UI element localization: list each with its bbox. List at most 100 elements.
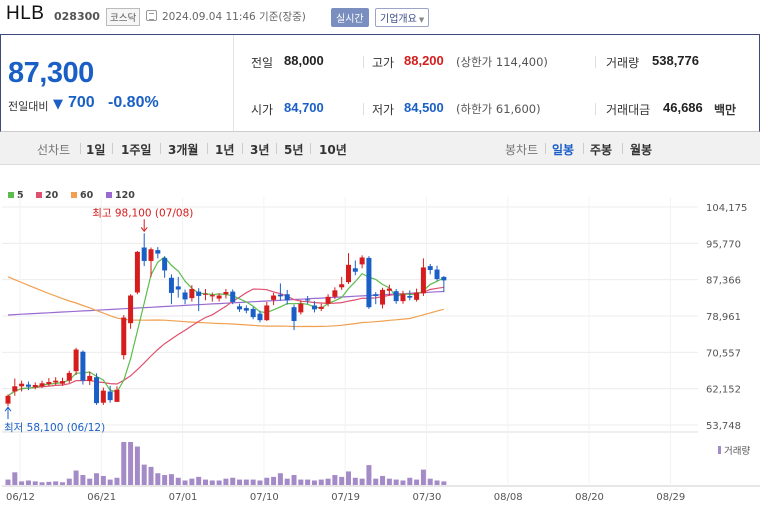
volume-bar [420,469,426,485]
volume-bar [134,446,140,485]
candle-body [237,306,243,310]
x-tick-label: 08/29 [656,492,685,503]
volume-bar [237,479,243,485]
realtime-button[interactable]: 실시간 [331,8,369,27]
candle-body [19,383,25,387]
volume-bar [346,471,351,485]
candle-body [80,351,86,381]
volume-bar [427,478,433,485]
chevron-down-icon: ▼ [418,16,425,24]
candle-body [271,295,277,300]
candle-body [25,384,31,387]
volume-bar [19,481,25,485]
x-tick-label: 08/20 [575,492,604,503]
volume-bar [284,478,290,485]
volume-bar [148,466,154,485]
volume-bar [168,474,174,485]
tab-5y[interactable]: 5년 [284,141,303,158]
tab-1y[interactable]: 1년 [215,141,234,158]
open-value: 84,700 [284,100,324,115]
prev-close-label: 전일 [251,56,274,70]
candle-body [243,308,249,311]
candle-body [264,305,270,321]
calendar-icon [146,10,157,21]
tab-1d[interactable]: 1일 [86,141,105,158]
candle-body [148,249,154,261]
volume-bar [441,481,447,485]
tab-3m[interactable]: 3개월 [168,141,198,158]
volume-bar [162,475,168,485]
candle-body [257,313,263,321]
tab-weekly[interactable]: 주봉 [590,141,612,158]
volume-bar [393,479,399,485]
volume-bar [100,475,106,485]
volume-bar [434,480,440,485]
period-tabs: 선차트 1일 1주일 3개월 1년 3년 5년 10년 봉차트 일봉 주봉 월봉 [0,132,760,165]
high-value: 88,200 [404,53,444,68]
y-tick-label: 62,152 [706,385,741,396]
tab-divider [583,143,584,154]
low-value: 84,500 [404,100,444,115]
candle-body [250,308,256,318]
candle-body [434,269,440,280]
x-tick-label: 06/21 [87,492,116,503]
tab-1w[interactable]: 1주일 [121,141,151,158]
tab-3y[interactable]: 3년 [250,141,269,158]
volume-bar [155,473,161,485]
volume-bar [400,480,406,485]
legend-swatch-ma60 [71,192,77,198]
candle-body [386,288,392,291]
tab-divider [160,143,161,154]
candle-body [162,257,168,271]
tab-divider [276,143,277,154]
volume-bar [373,478,379,485]
y-tick-label: 78,961 [706,312,741,323]
tab-10y[interactable]: 10년 [319,141,347,158]
candle-body [311,305,317,310]
volume-value: 538,776 [652,53,699,68]
volume-bar [80,475,86,485]
tab-divider [207,143,208,154]
candle-body [53,380,59,383]
candle-body [400,294,406,302]
amount-value: 46,686 [663,100,703,115]
volume-bar [196,476,202,485]
company-overview-button[interactable]: 기업개요 ▼ [375,8,430,27]
tab-daily[interactable]: 일봉 [552,141,574,158]
tab-monthly[interactable]: 월봉 [630,141,652,158]
x-tick-label: 07/10 [250,492,279,503]
volume-bar [407,477,413,485]
high-annotation: 최고 98,100 (07/08) [92,207,193,219]
tab-divider [310,143,311,154]
down-arrow-icon: ▼ [53,97,63,112]
prev-close-value: 88,000 [284,53,324,68]
volume-bar [12,472,18,485]
y-tick-label: 70,557 [706,348,741,359]
open-label: 시가 [251,103,274,117]
current-price: 87,300 [8,57,94,89]
volume-bar [141,464,147,485]
volume-bar [209,480,215,485]
x-tick-label: 08/08 [494,492,523,503]
volume-bar [332,475,338,485]
volume-bar [66,478,72,485]
volume-bar [250,479,256,485]
candle-chart-label: 봉차트 [505,143,539,157]
candle-body [325,296,331,304]
candle-body [277,294,283,297]
volume-bar [73,470,79,485]
candle-body [223,292,229,295]
price-chart[interactable]: 5 20 60 120 거래량 104,175 95,770 87,366 78,961 70… [0,165,760,510]
quote-summary: 87,300 전일대비 ▼ 700 -0.80% 전일 88,000 고가 88… [0,34,760,132]
candlesticks [5,233,447,407]
chart-svg: 5 20 60 120 거래량 104,17595,77087,36678,96170… [2,190,760,503]
candle-body [407,295,413,298]
volume-bar [339,476,345,485]
tab-divider [242,143,243,154]
candle-body [66,372,72,381]
volume-bar [264,477,270,485]
y-axis: 104,175 95,770 87,366 78,961 70,557 62,152 53,… [706,203,747,432]
volume-bar [318,479,324,485]
volume-bars: 거래량 [5,442,750,485]
candle-body [393,291,399,302]
